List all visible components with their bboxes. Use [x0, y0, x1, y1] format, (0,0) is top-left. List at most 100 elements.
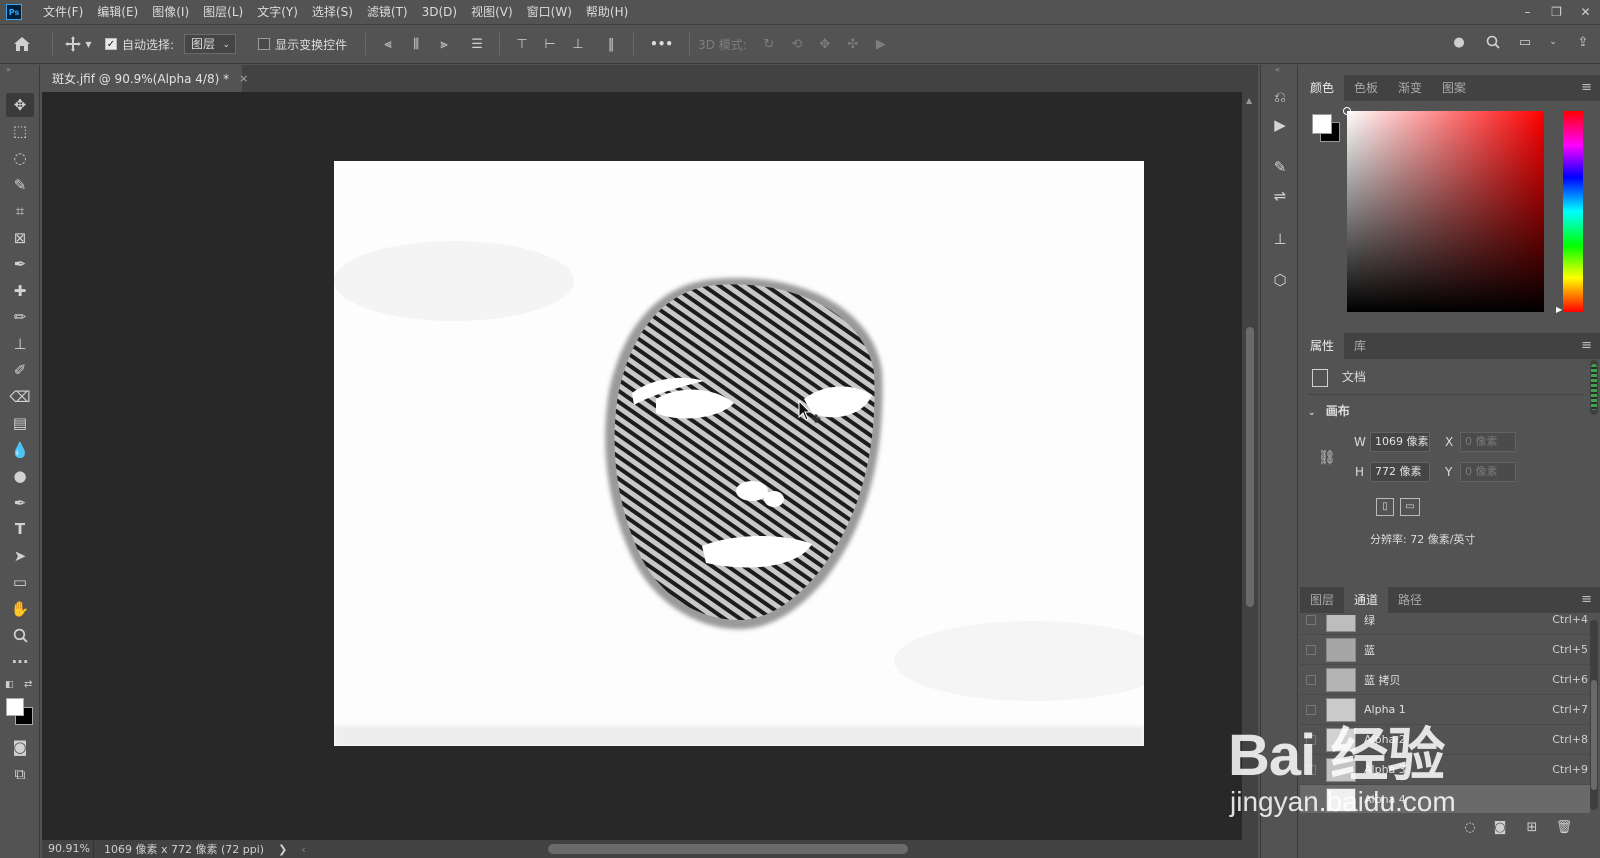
properties-scrollbar[interactable]	[1590, 360, 1598, 415]
tab-gradients[interactable]: 渐变	[1388, 75, 1432, 101]
account-icon[interactable]: ●	[1448, 31, 1470, 53]
history-panel-icon[interactable]: ⎌	[1268, 85, 1292, 109]
default-colors-icon[interactable]: ◧	[5, 680, 14, 690]
tab-swatches[interactable]: 色板	[1344, 75, 1388, 101]
link-icon[interactable]: ⛓	[1318, 450, 1336, 466]
menu-view[interactable]: 视图(V)	[464, 0, 520, 24]
tab-patterns[interactable]: 图案	[1432, 75, 1476, 101]
distribute-horizontal-icon[interactable]: ☰	[466, 33, 488, 55]
menu-filter[interactable]: 滤镜(T)	[360, 0, 415, 24]
clone-source-panel-icon[interactable]: ⊥	[1268, 227, 1292, 251]
canvas-section-header[interactable]: ⌄ 画布	[1308, 402, 1350, 419]
3d-orbit-icon[interactable]: ↻	[758, 33, 780, 55]
collapse-icon[interactable]: »	[6, 65, 11, 74]
hue-slider[interactable]: ▶	[1556, 111, 1583, 314]
menu-3d[interactable]: 3D(D)	[415, 0, 464, 24]
rectangle-tool-icon[interactable]: ▭	[6, 570, 34, 594]
channel-row[interactable]: 蓝 Ctrl+5	[1300, 635, 1590, 665]
channel-row[interactable]: 蓝 拷贝 Ctrl+6	[1300, 665, 1590, 695]
clone-stamp-tool-icon[interactable]: ⊥	[6, 332, 34, 356]
align-top-edges-icon[interactable]: ⊤	[511, 33, 533, 55]
visibility-toggle[interactable]	[1306, 794, 1316, 805]
tab-layers[interactable]: 图层	[1300, 587, 1344, 613]
channels-scrollbar[interactable]	[1590, 620, 1598, 810]
visibility-toggle[interactable]	[1306, 615, 1316, 625]
3d-pan-icon[interactable]: ✥	[814, 33, 836, 55]
color-picker-marker[interactable]	[1343, 107, 1351, 115]
visibility-toggle[interactable]	[1306, 704, 1316, 715]
foreground-color-swatch[interactable]	[6, 698, 24, 716]
crop-tool-icon[interactable]: ⌗	[6, 199, 34, 223]
3d-panel-icon[interactable]: ⬡	[1268, 268, 1292, 292]
visibility-toggle[interactable]	[1306, 674, 1316, 685]
width-field[interactable]: 1069 像素	[1370, 432, 1430, 452]
more-tools-icon[interactable]: ···	[6, 650, 34, 674]
status-menu-arrow[interactable]: ❯	[278, 843, 287, 856]
more-options-button[interactable]: •••	[650, 37, 673, 51]
close-icon[interactable]: ×	[239, 72, 248, 85]
menu-file[interactable]: 文件(F)	[36, 0, 90, 24]
new-channel-icon[interactable]: ⊞	[1522, 817, 1542, 837]
tab-channels[interactable]: 通道	[1344, 587, 1389, 613]
foreground-color-swatch[interactable]	[1312, 114, 1332, 134]
align-vertical-centers-icon[interactable]: ⊢	[539, 33, 561, 55]
home-icon[interactable]	[0, 30, 44, 58]
close-window-button[interactable]: ✕	[1571, 0, 1600, 24]
screen-mode-icon[interactable]: ⧉	[6, 762, 34, 786]
canvas-area[interactable]: ✥	[42, 92, 1242, 840]
actions-panel-icon[interactable]: ▶	[1268, 113, 1292, 137]
hue-slider-handle[interactable]: ▶	[1556, 305, 1562, 314]
share-icon[interactable]: ⇪	[1572, 31, 1594, 53]
visibility-toggle[interactable]	[1306, 764, 1316, 775]
brush-tool-icon[interactable]: ✏	[6, 305, 34, 329]
workspace-icon[interactable]: ▭	[1514, 31, 1536, 53]
portrait-icon[interactable]: ▯	[1376, 498, 1394, 516]
quick-mask-icon[interactable]: ◙	[6, 735, 34, 759]
auto-select-checkbox[interactable]: ✓ 自动选择:	[105, 36, 174, 53]
align-horizontal-centers-icon[interactable]: ⫼	[405, 33, 427, 55]
panel-menu-icon[interactable]: ≡	[1581, 333, 1592, 359]
menu-help[interactable]: 帮助(H)	[579, 0, 635, 24]
panel-menu-icon[interactable]: ≡	[1581, 587, 1592, 613]
search-icon[interactable]	[1482, 31, 1504, 53]
zoom-level[interactable]: 90.91%	[42, 840, 94, 858]
minimize-button[interactable]: –	[1513, 0, 1542, 24]
document-tab[interactable]: 斑女.jfif @ 90.9%(Alpha 4/8) * ×	[42, 65, 248, 92]
dodge-tool-icon[interactable]: ●	[6, 464, 34, 488]
frame-tool-icon[interactable]: ⊠	[6, 226, 34, 250]
show-transform-checkbox[interactable]: 显示变换控件	[258, 36, 347, 53]
vertical-scroll-thumb[interactable]	[1246, 327, 1254, 607]
auto-select-target-dropdown[interactable]: 图层 ⌄	[184, 34, 237, 54]
gradient-tool-icon[interactable]: ▤	[6, 411, 34, 435]
blur-tool-icon[interactable]: 💧	[6, 438, 34, 462]
lasso-tool-icon[interactable]: ◌	[6, 146, 34, 170]
path-select-tool-icon[interactable]: ➤	[6, 544, 34, 568]
marquee-tool-icon[interactable]: ⬚	[6, 119, 34, 143]
tab-properties[interactable]: 属性	[1300, 333, 1345, 359]
vertical-scrollbar[interactable]: ▲	[1242, 92, 1258, 840]
visibility-toggle[interactable]	[1306, 644, 1316, 655]
zoom-tool-icon[interactable]	[6, 623, 34, 647]
collapse-icon[interactable]: «	[1275, 65, 1280, 74]
hand-tool-icon[interactable]: ✋	[6, 597, 34, 621]
move-tool-icon[interactable]: ✥	[6, 93, 34, 117]
x-field[interactable]: 0 像素	[1460, 432, 1516, 452]
channel-row[interactable]: Alpha 1 Ctrl+7	[1300, 695, 1590, 725]
tab-paths[interactable]: 路径	[1388, 587, 1432, 613]
menu-edit[interactable]: 编辑(E)	[90, 0, 145, 24]
healing-brush-tool-icon[interactable]: ✚	[6, 279, 34, 303]
align-right-edges-icon[interactable]: ⫸	[433, 33, 455, 55]
3d-roll-icon[interactable]: ⟲	[786, 33, 808, 55]
history-brush-tool-icon[interactable]: ✐	[6, 358, 34, 382]
chevron-down-icon[interactable]: ⌄	[1542, 31, 1564, 53]
eyedropper-tool-icon[interactable]: ✒	[6, 252, 34, 276]
save-selection-icon[interactable]: ◙	[1490, 817, 1510, 837]
delete-channel-icon[interactable]: 🗑	[1554, 817, 1574, 837]
eraser-tool-icon[interactable]: ⌫	[6, 385, 34, 409]
horizontal-scroll-thumb[interactable]	[548, 844, 908, 854]
quick-select-tool-icon[interactable]: ✎	[6, 173, 34, 197]
y-field[interactable]: 0 像素	[1460, 462, 1516, 482]
menu-window[interactable]: 窗口(W)	[520, 0, 579, 24]
brushes-panel-icon[interactable]: ✎	[1268, 155, 1292, 179]
3d-scale-icon[interactable]: ▶	[870, 33, 892, 55]
